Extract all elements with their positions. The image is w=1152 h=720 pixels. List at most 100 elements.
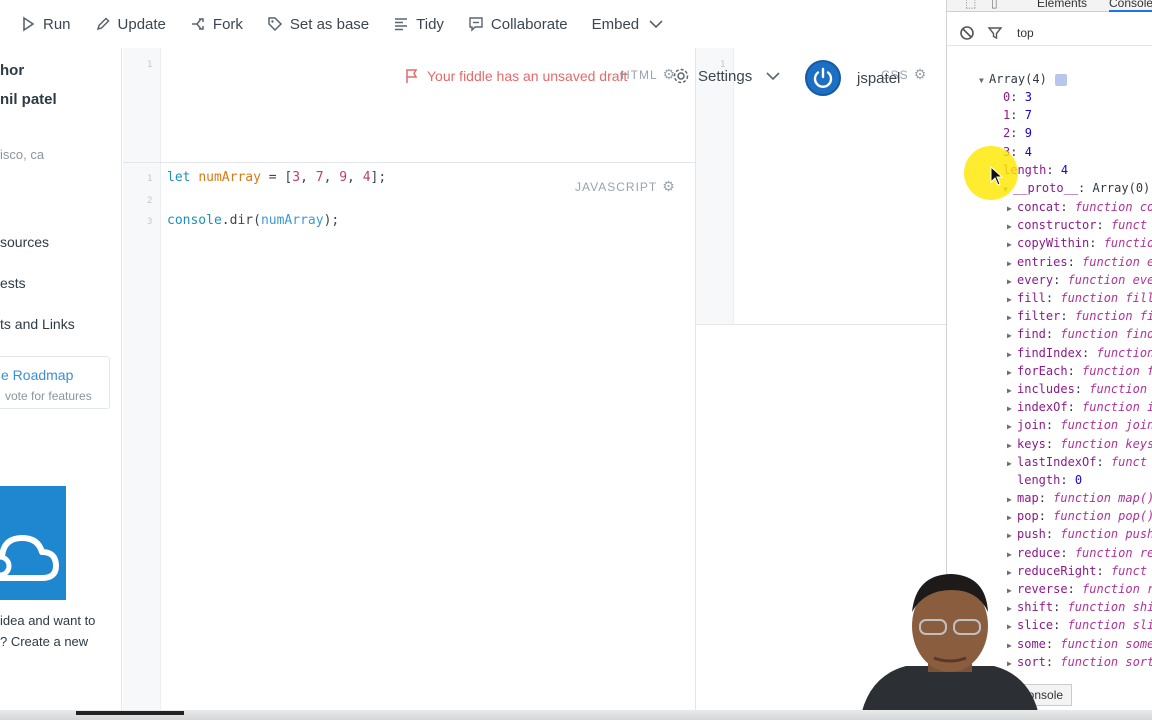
variable: numArray (198, 170, 261, 185)
property-key: 2 (1003, 126, 1011, 141)
promo-line-2: ? Create a new (0, 634, 89, 649)
unsaved-draft-notice[interactable]: Your fiddle has an unsaved draft (404, 68, 627, 84)
property-key: join (1017, 418, 1046, 433)
proto-method-row[interactable]: ▶ reduce: function re (1007, 544, 1152, 562)
roadmap-link[interactable]: e Roadmap (1, 367, 73, 383)
collaborate-label: Collaborate (490, 15, 568, 33)
device-icon[interactable]: ▯ (991, 0, 998, 10)
property-value: function join (1060, 418, 1152, 433)
proto-method-row[interactable]: ▶ concat: function co (1007, 198, 1152, 216)
argument: numArray (260, 213, 324, 228)
property-value: 4 (1060, 163, 1069, 177)
proto-method-row[interactable]: ▶ push: function push (1007, 525, 1152, 543)
proto-method-row[interactable]: ▶ includes: function (1007, 380, 1147, 398)
property-value: function map() (1053, 491, 1152, 505)
sidebar-item-requests[interactable]: ests (0, 275, 26, 291)
property-value: function (1096, 345, 1152, 360)
sidebar-item-links[interactable]: ts and Links (0, 316, 75, 332)
settings-button[interactable]: Settings (672, 64, 788, 88)
update-button[interactable]: Update (83, 7, 178, 41)
proto-method-row[interactable]: ▶ find: function find (1007, 325, 1152, 343)
property-key: pop (1017, 509, 1039, 524)
proto-row[interactable]: ▼__proto__: Array(0) (1003, 179, 1150, 197)
info-icon (1054, 73, 1067, 86)
proto-method-row[interactable]: ▶ join: function join (1007, 416, 1152, 434)
video-progress-bar[interactable] (76, 711, 184, 715)
array-entry: 1: 7 (1003, 108, 1032, 123)
inspect-icon[interactable]: ⬚ (965, 0, 976, 10)
property-key: __proto__ (1013, 181, 1079, 195)
screen: Run Update Fork Set as base Tidy Collabo… (0, 0, 1152, 720)
property-value: function fi (1074, 309, 1152, 324)
proto-method-row[interactable]: ▶ entries: function e (1007, 253, 1152, 271)
property-value: 3 (1024, 90, 1032, 104)
collaborate-button[interactable]: Collaborate (456, 7, 580, 41)
proto-method-row[interactable]: ▶ indexOf: function i (1007, 398, 1152, 416)
tag-icon (267, 16, 283, 32)
html-editor[interactable] (162, 48, 695, 162)
property-key: fill (1017, 291, 1046, 305)
proto-method-row[interactable]: ▶ constructor: funct (1007, 216, 1147, 234)
js-gutter: 1 2 3 (123, 163, 161, 710)
property-value: function i (1082, 400, 1152, 415)
devtools-tabbar: ⬚ ▯ Elements Console (947, 0, 1152, 12)
property-key: find (1017, 327, 1046, 342)
pencil-icon (95, 16, 111, 32)
line-number: 1 (147, 60, 153, 70)
mouse-pointer-icon (990, 166, 1004, 186)
property-key: 1 (1003, 108, 1011, 123)
tidy-button[interactable]: Tidy (381, 7, 456, 41)
proto-method-row[interactable]: ▶ lastIndexOf: funct (1007, 453, 1147, 471)
property-value: function eve (1067, 272, 1152, 287)
tab-console[interactable]: Console (1109, 0, 1152, 12)
user-menu[interactable]: jspatel (805, 60, 900, 96)
proto-method-row[interactable]: ▶ keys: function keys (1007, 435, 1152, 453)
proto-method-row[interactable]: ▶ fill: function fill (1007, 289, 1152, 307)
property-key: forEach (1017, 363, 1068, 378)
property-value: function shi (1067, 600, 1152, 615)
gear-icon[interactable]: ⚙ (914, 66, 928, 83)
property-value: function pop() (1053, 509, 1152, 524)
proto-method-row[interactable]: ▶ every: function eve (1007, 271, 1152, 289)
promo-line-1: idea and want to (0, 613, 96, 628)
run-button[interactable]: Run (8, 7, 83, 41)
author-name[interactable]: nil patel (0, 91, 57, 108)
proto-method-row[interactable]: ▶ findIndex: function (1007, 344, 1152, 362)
editor-area: 1 HTML ⚙ 1 CSS ⚙ 1 2 3 let numArray = [3… (123, 48, 946, 710)
proto-method-row[interactable]: ▶ filter: function fi (1007, 307, 1152, 325)
proto-method-row[interactable]: ▶ pop: function pop() (1007, 507, 1152, 525)
property-value: function r (1082, 582, 1152, 596)
flag-icon (406, 69, 418, 83)
caret-right-icon: ▶ (1007, 458, 1012, 468)
filter-icon[interactable] (987, 25, 1003, 41)
set-as-base-button[interactable]: Set as base (255, 7, 381, 41)
property-value: Array(0) (1092, 181, 1151, 195)
roadmap-subtext: vote for features (5, 389, 92, 403)
property-value: 7 (1024, 108, 1032, 123)
proto-method-row[interactable]: ▶ map: function map() (1007, 489, 1152, 507)
embed-button[interactable]: Embed (580, 7, 676, 41)
fork-button[interactable]: Fork (178, 7, 255, 41)
proto-method-row[interactable]: ▶ copyWithin: functio (1007, 234, 1152, 252)
cloud-icon (0, 535, 59, 581)
property-value: funct (1110, 563, 1148, 578)
property-value: function (1089, 382, 1148, 396)
tab-elements[interactable]: Elements (1037, 0, 1087, 10)
clear-console-icon[interactable] (959, 25, 975, 41)
align-left-icon (393, 16, 409, 32)
method-call: .dir( (221, 213, 261, 228)
line-number: 2 (147, 196, 153, 206)
punctuation: ); (323, 213, 340, 228)
roadmap-card[interactable]: e Roadmap vote for features (0, 356, 110, 409)
js-editor[interactable]: let numArray = [3, 7, 9, 4]; console.dir… (162, 163, 695, 710)
js-label-text: JAVASCRIPT (575, 179, 658, 194)
property-value: function fill (1060, 291, 1152, 305)
property-value: 4 (1024, 144, 1032, 159)
proto-method-row[interactable]: ▶ forEach: function f (1007, 362, 1152, 380)
array-header[interactable]: ▼ Array(4) (979, 70, 1067, 88)
context-selector[interactable]: top (1017, 26, 1034, 40)
gear-icon[interactable]: ⚙ (662, 178, 676, 195)
operator: = [ (260, 170, 293, 185)
sidebar-item-resources[interactable]: sources (0, 234, 49, 250)
property-key: filter (1017, 309, 1061, 324)
